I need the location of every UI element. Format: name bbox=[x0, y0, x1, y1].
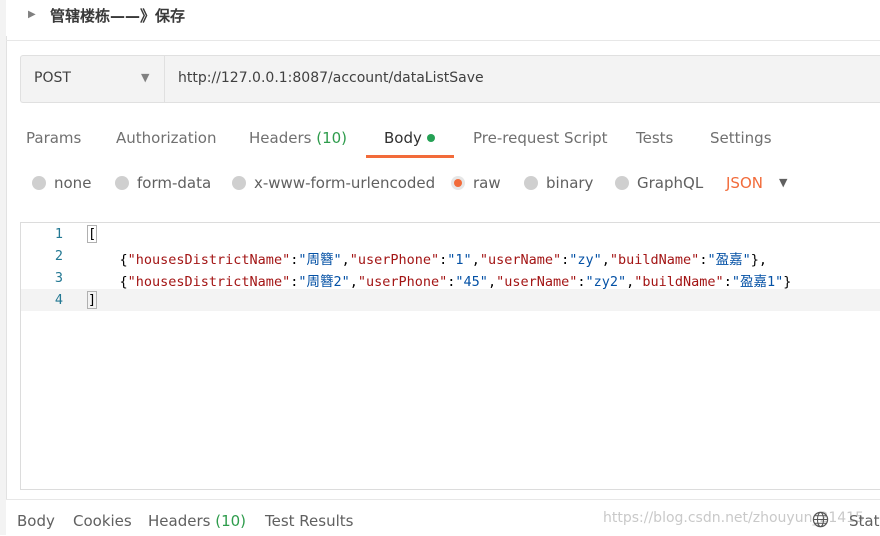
radio-raw[interactable]: raw bbox=[451, 174, 501, 192]
json-key: "userPhone" bbox=[357, 274, 448, 290]
json-key: "userName" bbox=[496, 274, 578, 290]
tab-label: Tests bbox=[636, 129, 674, 147]
json-punct: }, bbox=[750, 252, 767, 268]
radio-icon bbox=[524, 176, 538, 190]
json-key: "housesDistrictName" bbox=[127, 252, 291, 268]
response-tab-headers[interactable]: Headers (10) bbox=[148, 512, 246, 530]
code-line: 3 {"housesDistrictName":"周簪2","userPhone… bbox=[21, 267, 880, 290]
json-value: "zy" bbox=[569, 252, 602, 268]
method-select[interactable]: POST ▼ bbox=[21, 56, 165, 102]
radio-icon bbox=[32, 176, 46, 190]
radio-label: x-www-form-urlencoded bbox=[254, 174, 436, 192]
code-editor[interactable]: 1 [ 2 {"housesDistrictName":"周簪","userPh… bbox=[20, 222, 880, 490]
code-text: [ bbox=[87, 225, 98, 243]
tab-headers[interactable]: Headers (10) bbox=[249, 129, 347, 147]
radio-form-data[interactable]: form-data bbox=[115, 174, 211, 192]
method-label: POST bbox=[34, 70, 71, 86]
left-sidebar-edge bbox=[0, 0, 7, 535]
format-select[interactable]: JSON bbox=[726, 174, 763, 192]
expand-triangle-icon[interactable]: ▶ bbox=[28, 9, 36, 20]
tab-authorization[interactable]: Authorization bbox=[116, 129, 216, 147]
radio-label: GraphQL bbox=[637, 174, 704, 192]
radio-graphql[interactable]: GraphQL bbox=[615, 174, 703, 192]
json-value: "1" bbox=[447, 252, 472, 268]
radio-none[interactable]: none bbox=[32, 174, 91, 192]
headers-count: (10) bbox=[316, 129, 348, 147]
json-key: "buildName" bbox=[609, 252, 700, 268]
active-tab-indicator bbox=[366, 155, 454, 158]
radio-x-www-form-urlencoded[interactable]: x-www-form-urlencoded bbox=[232, 174, 435, 192]
status-label: Statu bbox=[849, 512, 880, 530]
radio-label: binary bbox=[546, 174, 594, 192]
body-type-options: none form-data x-www-form-urlencoded raw… bbox=[6, 168, 880, 202]
json-key: "housesDistrictName" bbox=[127, 274, 291, 290]
response-tab-test-results[interactable]: Test Results bbox=[265, 512, 353, 530]
response-tab-body[interactable]: Body bbox=[17, 512, 55, 530]
radio-label: form-data bbox=[137, 174, 212, 192]
chevron-down-icon[interactable]: ▼ bbox=[779, 176, 787, 189]
close-bracket: ] bbox=[87, 291, 98, 309]
request-title-bar: ▶ 管辖楼栋——》保存 bbox=[6, 0, 880, 36]
json-value: "盈嘉1" bbox=[731, 274, 784, 290]
json-value: "盈嘉" bbox=[707, 252, 751, 268]
request-tabs: Params Authorization Headers (10) Body P… bbox=[6, 120, 880, 160]
url-input[interactable]: http://127.0.0.1:8087/account/dataListSa… bbox=[178, 70, 484, 86]
radio-icon bbox=[115, 176, 129, 190]
tab-label: Headers bbox=[148, 512, 211, 530]
line-number: 4 bbox=[54, 292, 63, 308]
body-indicator-dot bbox=[426, 134, 435, 142]
code-text: ] bbox=[87, 291, 98, 309]
globe-icon[interactable] bbox=[812, 511, 829, 528]
radio-binary[interactable]: binary bbox=[524, 174, 593, 192]
open-bracket: [ bbox=[87, 225, 98, 243]
json-value: "周簪" bbox=[298, 252, 342, 268]
line-number: 3 bbox=[54, 270, 63, 286]
chevron-down-icon: ▼ bbox=[141, 71, 150, 84]
code-text: {"housesDistrictName":"周簪2","userPhone":… bbox=[87, 274, 792, 290]
tab-settings[interactable]: Settings bbox=[710, 129, 772, 147]
tab-label: Settings bbox=[710, 129, 772, 147]
code-text: {"housesDistrictName":"周簪","userPhone":"… bbox=[87, 252, 767, 268]
json-value: "zy2" bbox=[585, 274, 627, 290]
code-line-current: 4 ] bbox=[21, 289, 880, 311]
tab-pre-request-script[interactable]: Pre-request Script bbox=[473, 129, 608, 147]
code-line: 1 [ bbox=[21, 223, 880, 245]
response-bar: Body Cookies Headers (10) Test Results h… bbox=[6, 499, 880, 536]
radio-checked-icon bbox=[451, 176, 465, 190]
tab-label: Pre-request Script bbox=[473, 129, 608, 147]
code-line: 2 {"housesDistrictName":"周簪","userPhone"… bbox=[21, 245, 880, 268]
json-key: "userPhone" bbox=[349, 252, 440, 268]
line-number: 1 bbox=[54, 226, 63, 242]
request-url-bar: POST ▼ http://127.0.0.1:8087/account/dat… bbox=[20, 55, 880, 103]
json-value: "45" bbox=[455, 274, 488, 290]
line-number: 2 bbox=[54, 248, 63, 264]
radio-label: none bbox=[54, 174, 92, 192]
json-key: "buildName" bbox=[634, 274, 724, 290]
tab-tests[interactable]: Tests bbox=[636, 129, 673, 147]
tab-label: Headers bbox=[249, 129, 312, 147]
headers-count: (10) bbox=[215, 512, 247, 530]
tab-label: Authorization bbox=[116, 129, 217, 147]
tab-params[interactable]: Params bbox=[26, 129, 81, 147]
radio-icon bbox=[615, 176, 629, 190]
tab-body[interactable]: Body bbox=[384, 129, 435, 147]
radio-label: raw bbox=[473, 174, 501, 192]
json-value: "周簪2" bbox=[298, 274, 350, 290]
json-punct: } bbox=[783, 274, 792, 290]
request-title[interactable]: 管辖楼栋——》保存 bbox=[50, 5, 185, 26]
tab-label: Body bbox=[384, 129, 422, 147]
response-tab-cookies[interactable]: Cookies bbox=[73, 512, 132, 530]
tab-label: Params bbox=[26, 129, 82, 147]
divider bbox=[6, 40, 880, 41]
radio-icon bbox=[232, 176, 246, 190]
json-key: "userName" bbox=[479, 252, 562, 268]
